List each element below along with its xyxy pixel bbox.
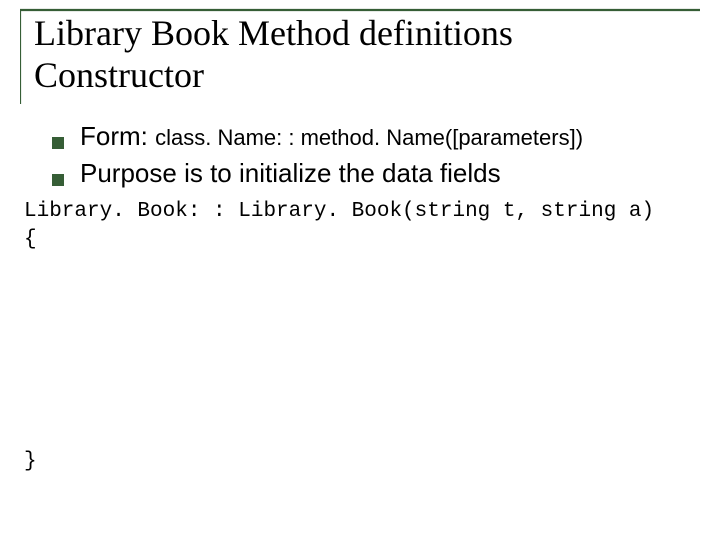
code-close-brace: }: [24, 450, 37, 473]
code-line: Library. Book: : Library. Book(string t,…: [24, 198, 704, 226]
bullet-item: Purpose is to initialize the data fields: [32, 157, 692, 190]
title-area: Library Book Method definitions Construc…: [20, 8, 700, 97]
square-bullet-icon: [52, 137, 64, 149]
body-area: Form: class. Name: : method. Name([param…: [32, 120, 692, 193]
title-line-2: Constructor: [34, 55, 204, 95]
code-block: Library. Book: : Library. Book(string t,…: [24, 198, 704, 255]
square-bullet-icon: [52, 174, 64, 186]
bullet-text: Form: class. Name: : method. Name([param…: [80, 120, 583, 153]
bullet-text: Purpose is to initialize the data fields: [80, 157, 501, 190]
bullet-item: Form: class. Name: : method. Name([param…: [32, 120, 692, 153]
bullet-label: Purpose is to initialize the data fields: [80, 158, 501, 188]
bullet-detail: class. Name: : method. Name([parameters]…: [155, 125, 583, 150]
slide-title: Library Book Method definitions Construc…: [20, 8, 700, 97]
slide: Library Book Method definitions Construc…: [0, 0, 720, 540]
bullet-label: Form:: [80, 121, 155, 151]
title-line-1: Library Book Method definitions: [34, 13, 513, 53]
code-line: {: [24, 226, 704, 254]
